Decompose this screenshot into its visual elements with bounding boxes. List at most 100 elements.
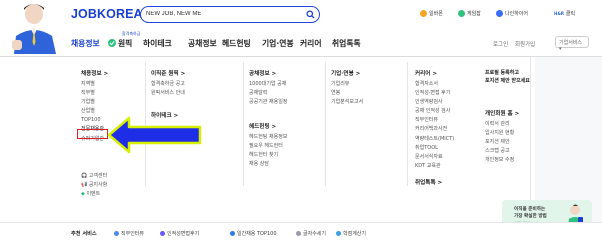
menu-item-resume[interactable]: 이력서 관리 (485, 120, 514, 129)
menu-item-job-interview[interactable]: 직무인터뷰 (415, 116, 454, 125)
menu-item-calendar[interactable]: 공채달력 (249, 89, 287, 98)
headset-icon: 🎧 (81, 173, 88, 179)
menu-title-hightech[interactable]: 하이테크 > (151, 111, 178, 119)
menu-item-position-offers[interactable]: 포지션 제안 (485, 138, 514, 147)
menu-item-applications[interactable]: 입사지원 현황 (485, 129, 514, 138)
hr-badge-icon: H&R (554, 11, 564, 16)
menu-item-interview-review[interactable]: 인적성·면접 후기 (415, 89, 454, 98)
menu-item-top1000[interactable]: 1000대기업 공채 (249, 80, 287, 89)
menu-item-hh-consult[interactable]: 채용 상담 (249, 160, 287, 169)
recommend-job-interview[interactable]: 직무인터뷰 (114, 230, 144, 237)
check-icon (108, 39, 116, 47)
nav-onepick[interactable]: 원픽 (118, 38, 132, 49)
menu-list-headhunting: 헤드헌팅 채용정보 필요우 헤드헌터 헤드헌터 찾기 채용 상담 (249, 133, 287, 169)
onepick-badge: 합격축하금 (122, 31, 141, 36)
search-icon[interactable] (306, 9, 315, 19)
menu-title-career[interactable]: 커리어 > (415, 69, 437, 77)
highlight-box (77, 129, 108, 139)
nav-headhunting[interactable]: 헤드헌팅 (222, 38, 251, 49)
menu-item-onepick-guide[interactable]: 원픽서비스 안내 (151, 89, 185, 98)
nav-recruit[interactable]: 채용정보 (71, 38, 100, 49)
topic-link-albamon[interactable]: 일바몬 (420, 10, 443, 17)
menu-item-notice[interactable]: 📢 공지사항 (81, 181, 107, 190)
menu-item-top100[interactable]: TOP100 (81, 116, 104, 125)
divider (325, 62, 326, 186)
jobkorea-logo[interactable]: JOBKOREA (71, 7, 143, 21)
menu-item-hh-find[interactable]: 헤드헌터 찾기 (249, 151, 287, 160)
menu-item-kdt[interactable]: KDT 교육관 (415, 162, 454, 171)
divider (407, 62, 408, 186)
topic-link-gamejob[interactable]: 게임잡 (458, 10, 481, 17)
menu-item-job-tool[interactable]: 취업TOOL (415, 144, 454, 153)
nav-company-salary[interactable]: 기업·연봉 (262, 38, 294, 49)
recommend-item-label: 직무인터뷰 (121, 231, 145, 237)
topic-link-click[interactable]: H&R 클릭 (554, 10, 575, 17)
recommend-item-label: 일간채용 TOP100 (237, 231, 277, 237)
topic-label: 나인하이어 (505, 11, 529, 17)
megaphone-icon: 📢 (81, 182, 88, 189)
menu-list-public: 1000대기업 공채 공채달력 공공기관 채용일정 (249, 80, 287, 107)
menu-item-event[interactable]: ◆ 이벤트 (81, 190, 107, 199)
recommend-aptitude-review[interactable]: 인적성면접후기 (160, 230, 199, 237)
topic-label: 게임잡 (467, 11, 481, 17)
menu-item-hh-jobs[interactable]: 헤드헌팅 채용정보 (249, 133, 287, 142)
menu-title-public[interactable]: 공채정보 > (249, 69, 276, 77)
nav-job-talk[interactable]: 취업톡톡 (332, 38, 361, 49)
review-icon (160, 231, 165, 236)
profile-promo-line1[interactable]: 프로필 등록하고 (485, 69, 519, 76)
calculator-icon (336, 231, 341, 236)
menu-item-public-aptitude[interactable]: 공채 인적성 검사 (415, 107, 454, 116)
recommend-label: 추천 서비스 (71, 231, 97, 237)
menu-item-salary[interactable]: 연봉 (331, 89, 363, 98)
menu-item-region[interactable]: 지역별 (81, 80, 104, 89)
menu-item-bonus-jobs[interactable]: 합격축하금 공고 (151, 80, 185, 89)
menu-item-hh-need[interactable]: 필요우 헤드헌터 (249, 142, 287, 151)
mascot-person-illustration (12, 4, 56, 54)
menu-title-headhunting[interactable]: 헤드헌팅 > (249, 122, 276, 130)
left-arrow-annotation-icon (107, 116, 202, 154)
menu-title-job-talk[interactable]: 취업톡톡 > (415, 178, 442, 186)
service-select[interactable]: 기업서비스 ▾ (555, 36, 589, 52)
profile-promo-line2[interactable]: 포지션 제안 받으세요 (485, 77, 530, 84)
menu-list-support: 🎧 고객센터 📢 공지사항 ◆ 이벤트 (81, 172, 107, 199)
menu-item-career-encyclopedia[interactable]: 커리어백과사전 (415, 125, 454, 134)
topic-label: 일바몬 (429, 11, 443, 17)
menu-title-onepick[interactable]: 이직준 원픽 > (151, 69, 185, 77)
recommend-item-label: 인적성면접후기 (167, 231, 200, 237)
menu-item-company-report[interactable]: 기업분석보고서 (331, 98, 363, 107)
login-link[interactable]: 로그인 (493, 40, 508, 48)
ninehire-icon (496, 10, 503, 17)
menu-item-label: 이벤트 (86, 191, 101, 198)
menu-item-scrap[interactable]: 스크랩 공고 (485, 147, 514, 156)
recommend-daily-top100[interactable]: 일간채용 TOP100 (230, 230, 277, 237)
char-count-icon (296, 231, 301, 236)
menu-item-job-type[interactable]: 직무별 (81, 89, 104, 98)
menu-list-onepick: 합격축하금 공고 원픽서비스 안내 (151, 80, 185, 98)
search-input[interactable] (146, 8, 306, 20)
menu-item-aptitude[interactable]: 인생역량검사 (415, 98, 454, 107)
menu-list-company: 기업리뷰 연봉 기업분석보고서 (331, 80, 363, 107)
banner-line1: 이직을 준비하는 (514, 207, 546, 212)
menu-title-recruit[interactable]: 채용정보 > (81, 69, 108, 77)
menu-item-company[interactable]: 기업별 (81, 98, 104, 107)
menu-item-edit-profile[interactable]: 개인정보 수정 (485, 156, 514, 165)
recommend-char-counter[interactable]: 글자수세기 (296, 230, 326, 237)
search-box[interactable] (140, 6, 320, 23)
menu-item-customer-center[interactable]: 🎧 고객센터 (81, 172, 107, 181)
menu-item-mict[interactable]: 역량테스트(MICT) (415, 135, 454, 144)
nav-hightech[interactable]: 하이테크 (143, 38, 172, 49)
divider (243, 62, 244, 186)
menu-title-my-home[interactable]: 개인회원 홈 > (485, 109, 519, 117)
menu-item-company-review[interactable]: 기업리뷰 (331, 80, 363, 89)
banner-line2: 가장 확실한 방법 (514, 214, 547, 219)
nav-career[interactable]: 커리어 (300, 38, 322, 49)
nav-public-recruit[interactable]: 공채정보 (188, 38, 217, 49)
recommend-gpa-calculator[interactable]: 학점계산기 (336, 230, 366, 237)
menu-title-company[interactable]: 기업·연봉 > (331, 69, 360, 77)
topic-link-ninehire[interactable]: 나인하이어 (496, 10, 528, 17)
menu-item-industry[interactable]: 산업별 (81, 107, 104, 116)
signup-link[interactable]: 회원가입 (515, 40, 535, 48)
menu-item-doc-templates[interactable]: 문서서식자료 (415, 153, 454, 162)
menu-item-cover-letter[interactable]: 합격자소서 (415, 80, 454, 89)
menu-item-public-schedule[interactable]: 공공기관 채용일정 (249, 98, 287, 107)
